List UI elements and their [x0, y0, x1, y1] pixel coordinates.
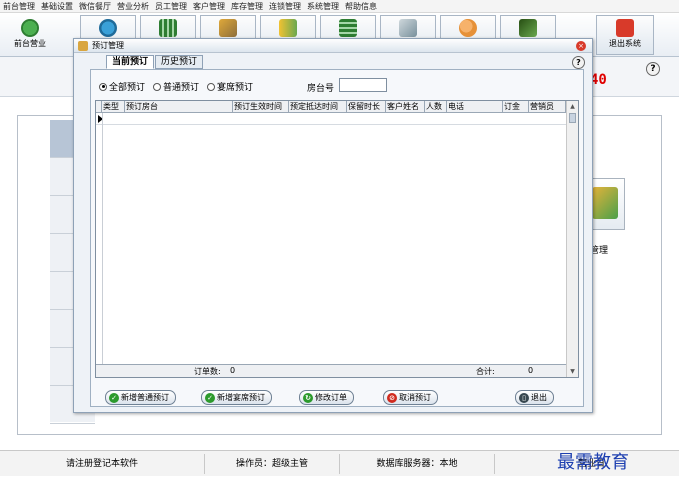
menu-item-chain[interactable]: 连锁管理 [269, 1, 301, 12]
menu-item-front[interactable]: 前台管理 [3, 1, 35, 12]
reservation-icon [78, 41, 88, 51]
add-banquet-reservation-button[interactable]: ✓ 新增宴席预订 [201, 390, 272, 405]
checkmark-icon: ✓ [205, 392, 215, 403]
radio-dot-selected [99, 82, 107, 91]
radio-banquet-reservations[interactable]: 宴席预订 [207, 80, 253, 93]
radio-banquet-label: 宴席预订 [217, 83, 254, 93]
col-deposit[interactable]: 订金 [503, 101, 529, 113]
exit-system-button[interactable]: 退出系统 [596, 15, 654, 55]
dialog-title: 预订管理 [92, 41, 124, 50]
col-guest-count[interactable]: 人数 [425, 101, 447, 113]
room-number-input[interactable] [339, 78, 387, 92]
yen-coin-icon [21, 19, 39, 37]
front-desk-button[interactable]: 前台营业 [2, 15, 58, 55]
order-count-label: 订单数: [194, 367, 221, 376]
refresh-icon: ↻ [303, 392, 313, 403]
table-row[interactable] [96, 113, 566, 125]
flag-icon [519, 19, 537, 37]
dialog-titlebar[interactable]: 预订管理 × [74, 39, 592, 53]
status-operator: 操作员：超级主管 [205, 453, 340, 474]
prohibited-icon: ⊘ [387, 392, 397, 403]
col-customer-name[interactable]: 客户姓名 [386, 101, 425, 113]
indicator-column-divider [102, 113, 103, 365]
close-icon[interactable]: × [576, 41, 586, 51]
bottle-icon [279, 19, 297, 37]
scroll-down-arrow-icon[interactable]: ▼ [567, 366, 578, 377]
status-register: 请注册登记本软件 [0, 453, 205, 474]
add-normal-label: 新增普通预订 [121, 393, 169, 402]
menu-item-staff[interactable]: 员工管理 [155, 1, 187, 12]
spreadsheet-icon [159, 19, 177, 37]
users-icon [459, 19, 477, 37]
modify-order-button[interactable]: ↻ 修改订单 [299, 390, 354, 405]
checkmark-icon: ✓ [109, 392, 119, 403]
power-icon [616, 19, 634, 37]
radio-normal-reservations[interactable]: 普通预订 [153, 80, 199, 93]
reservation-grid[interactable]: 类型 预订房台 预订生效时间 预定抵达时间 保留时长 客户姓名 人数 电话 订金… [95, 100, 579, 378]
globe-icon [99, 19, 117, 37]
col-phone[interactable]: 电话 [447, 101, 503, 113]
menu-item-help[interactable]: 帮助信息 [345, 1, 377, 12]
grid-footer: 订单数: 0 合计: 0 [96, 364, 566, 377]
cancel-reservation-button[interactable]: ⊘ 取消预订 [383, 390, 438, 405]
menu-item-analysis[interactable]: 营业分析 [117, 1, 149, 12]
total-value: 0 [528, 366, 534, 375]
help-icon[interactable]: ? [646, 62, 660, 76]
menu-item-wechat[interactable]: 微信餐厅 [79, 1, 111, 12]
filter-radio-group: 全部预订 普通预订 宴席预订 [99, 80, 253, 93]
pen-notes-icon [399, 19, 417, 37]
room-number-label: 房台号 [307, 84, 335, 94]
col-salesperson[interactable]: 营销员 [529, 101, 566, 113]
status-db-server: 数据库服务器：本地 [340, 453, 495, 474]
radio-dot [207, 82, 216, 91]
tab-current-reservations[interactable]: 当前预订 [106, 55, 155, 69]
cancel-label: 取消预订 [399, 393, 431, 402]
col-arrival-time[interactable]: 预定抵达时间 [289, 101, 347, 113]
radio-all-reservations[interactable]: 全部预订 [99, 80, 145, 93]
clipboard-icon [592, 187, 618, 219]
exit-system-label: 退出系统 [609, 39, 641, 48]
menu-item-basic[interactable]: 基础设置 [41, 1, 73, 12]
front-desk-label: 前台营业 [14, 39, 46, 48]
scroll-thumb[interactable] [569, 113, 576, 123]
scroll-up-arrow-icon[interactable]: ▲ [567, 101, 578, 112]
col-hold-duration[interactable]: 保留时长 [347, 101, 386, 113]
add-normal-reservation-button[interactable]: ✓ 新增普通预订 [105, 390, 176, 405]
radio-all-label: 全部预订 [109, 83, 146, 93]
add-banquet-label: 新增宴席预订 [217, 393, 265, 402]
modify-label: 修改订单 [315, 393, 347, 402]
col-room[interactable]: 预订房台 [125, 101, 233, 113]
dialog-content: 全部预订 普通预订 宴席预订 房台号 类型 预订房台 预订生效时间 预定抵达时间… [90, 69, 584, 407]
order-count-value: 0 [230, 366, 236, 375]
dialog-tabs: 当前预订 历史预订 [106, 55, 204, 69]
radio-normal-label: 普通预订 [163, 83, 200, 93]
grid-header: 类型 预订房台 预订生效时间 预定抵达时间 保留时长 客户姓名 人数 电话 订金… [96, 101, 566, 113]
dialog-help-icon[interactable]: ? [572, 56, 585, 69]
grid-scrollbar[interactable]: ▲ ▼ [566, 101, 578, 377]
col-type[interactable]: 类型 [102, 101, 125, 113]
menu-item-customer[interactable]: 客户管理 [193, 1, 225, 12]
menu-item-inventory[interactable]: 库存管理 [231, 1, 263, 12]
col-effective-time[interactable]: 预订生效时间 [233, 101, 289, 113]
menu-item-system[interactable]: 系统管理 [307, 1, 339, 12]
exit-dialog-button[interactable]: ▯ 退出 [515, 390, 554, 405]
table-icon [339, 19, 357, 37]
door-exit-icon: ▯ [519, 392, 529, 403]
menu-bar: 前台管理 基础设置 微信餐厅 营业分析 员工管理 客户管理 库存管理 连锁管理 … [0, 0, 679, 13]
watermark: 最需教育 [557, 452, 629, 473]
radio-dot [153, 82, 162, 91]
tab-history-reservations[interactable]: 历史预订 [155, 55, 204, 69]
total-label: 合计: [476, 367, 495, 376]
exit-label: 退出 [531, 393, 547, 402]
reservation-dialog: 预订管理 × 当前预订 历史预订 ? 全部预订 普通预订 宴席预订 房台号 类型… [73, 38, 593, 413]
notebook-icon [219, 19, 237, 37]
